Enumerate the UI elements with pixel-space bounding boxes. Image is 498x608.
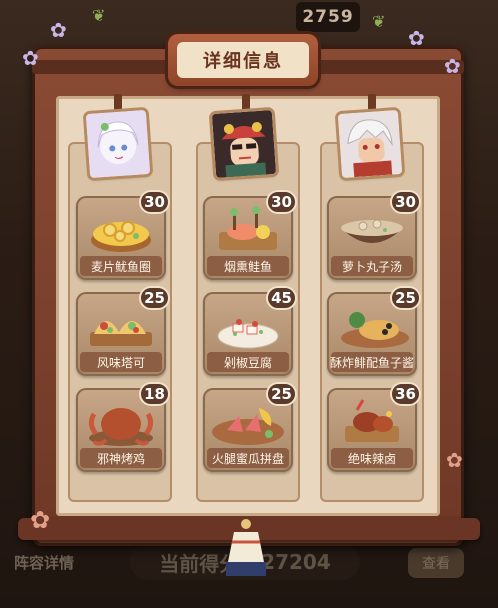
dish-score-badge: 30: [266, 190, 297, 214]
flower-decoration-icon: ✿: [30, 506, 51, 534]
dish-name: 烟熏鲑鱼: [207, 256, 289, 276]
dish-card[interactable]: 18 邪神烤鸡: [76, 382, 170, 472]
panel-title-plate: 详细信息: [168, 34, 318, 86]
background-view-button: 查看: [408, 548, 464, 578]
dish-score-badge: 36: [390, 382, 421, 406]
dish-name: 风味塔可: [80, 352, 162, 372]
dish-score-badge: 30: [139, 190, 170, 214]
flower-decoration-icon: ✿: [446, 448, 463, 472]
character-portrait-3[interactable]: [337, 109, 403, 179]
leaf-decoration-icon: ❦: [372, 12, 386, 31]
dish-card[interactable]: 30 萝卜丸子汤: [327, 190, 421, 280]
dish-score-badge: 25: [390, 286, 421, 310]
dish-card[interactable]: 36 绝味辣卤: [327, 382, 421, 472]
dish-score-badge: 45: [266, 286, 297, 310]
character-portrait-2[interactable]: [211, 109, 277, 179]
dish-card[interactable]: 25 火腿蜜瓜拼盘: [203, 382, 297, 472]
dish-name: 酥炸鲱配鱼子酱: [330, 352, 414, 372]
background-lineup-label: 阵容详情: [14, 554, 75, 572]
flower-decoration-icon: ✿: [408, 26, 425, 50]
opera-mask-boy-avatar-icon: [211, 109, 277, 179]
dish-card[interactable]: 30 烟熏鲑鱼: [203, 190, 297, 280]
flower-decoration-icon: ✿: [444, 54, 461, 78]
dish-name: 萝卜丸子汤: [331, 256, 413, 276]
portrait-pin: [242, 94, 250, 110]
panel-title: 详细信息: [177, 42, 309, 78]
dish-card[interactable]: 25 风味塔可: [76, 286, 170, 376]
dish-name: 绝味辣卤: [331, 448, 413, 468]
dish-name: 邪神烤鸡: [80, 448, 162, 468]
dish-score-badge: 25: [139, 286, 170, 310]
dish-name: 麦片鱿鱼圈: [80, 256, 162, 276]
flower-decoration-icon: ✿: [22, 46, 39, 70]
dish-name: 剁椒豆腐: [207, 352, 289, 372]
tassel-ornament-icon: [226, 519, 266, 576]
dish-name: 火腿蜜瓜拼盘: [207, 448, 289, 468]
dish-card[interactable]: 25 酥炸鲱配鱼子酱: [327, 286, 421, 376]
dish-score-badge: 30: [390, 190, 421, 214]
silver-haired-warrior-avatar-icon: [337, 109, 403, 179]
character-portrait-1[interactable]: [85, 109, 151, 179]
dish-score-badge: 18: [139, 382, 170, 406]
dish-score-badge: 25: [266, 382, 297, 406]
portrait-pin: [368, 94, 376, 110]
leaf-decoration-icon: ❦: [92, 6, 106, 25]
background-score: 2759: [296, 2, 360, 32]
white-haired-girl-avatar-icon: [85, 109, 151, 179]
portrait-pin: [114, 94, 122, 110]
dish-card[interactable]: 30 麦片鱿鱼圈: [76, 190, 170, 280]
dish-card[interactable]: 45 剁椒豆腐: [203, 286, 297, 376]
flower-decoration-icon: ✿: [50, 18, 67, 42]
